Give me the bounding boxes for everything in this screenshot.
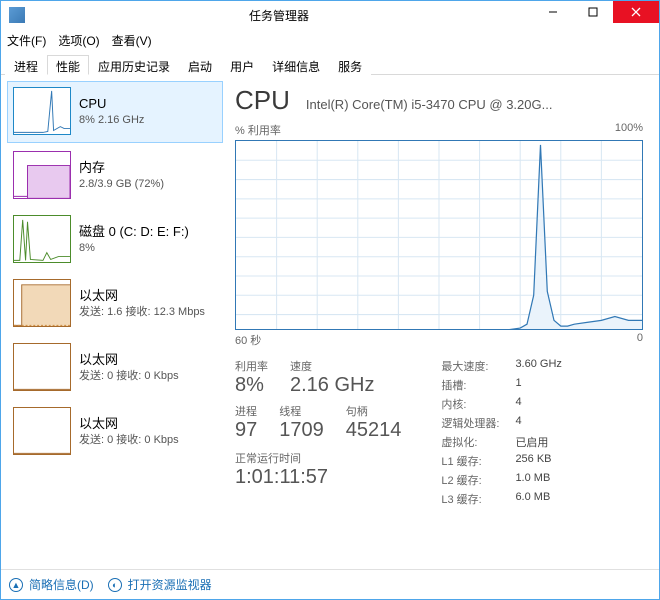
task-manager-window: 任务管理器 文件(F) 选项(O) 查看(V) 进程 性能 应用历史记录 启动 … (0, 0, 660, 600)
chart-y-label: % 利用率 (235, 122, 281, 138)
sidebar-item-ethernet-2[interactable]: 以太网 发送: 0 接收: 0 Kbps (7, 337, 223, 399)
tab-services[interactable]: 服务 (329, 55, 371, 75)
sidebar-item-disk[interactable]: 磁盘 0 (C: D: E: F:) 8% (7, 209, 223, 271)
detail-title: CPU (235, 85, 290, 116)
cores-value: 4 (515, 396, 561, 412)
sidebar-item-label: 磁盘 0 (C: D: E: F:) (79, 223, 189, 241)
titlebar[interactable]: 任务管理器 (1, 1, 659, 29)
fewer-details-link[interactable]: ▲ 简略信息(D) (9, 576, 94, 593)
virt-label: 虚拟化: (441, 434, 499, 450)
ethernet-thumbnail (13, 407, 71, 455)
detail-subtitle: Intel(R) Core(TM) i5-3470 CPU @ 3.20G... (306, 97, 553, 112)
memory-thumbnail (13, 151, 71, 199)
sidebar-item-memory[interactable]: 内存 2.8/3.9 GB (72%) (7, 145, 223, 207)
menu-options[interactable]: 选项(O) (58, 32, 99, 49)
menu-file[interactable]: 文件(F) (7, 32, 46, 49)
l1-label: L1 缓存: (441, 453, 499, 469)
logical-label: 逻辑处理器: (441, 415, 499, 431)
performance-sidebar: CPU 8% 2.16 GHz 内存 2.8/3.9 GB (72%) (1, 75, 223, 569)
sidebar-item-ethernet-3[interactable]: 以太网 发送: 0 接收: 0 Kbps (7, 401, 223, 463)
sidebar-item-label: 以太网 (79, 287, 205, 305)
sockets-value: 1 (515, 377, 561, 393)
sockets-label: 插槽: (441, 377, 499, 393)
l3-value: 6.0 MB (515, 491, 561, 507)
sidebar-item-stat: 8% (79, 241, 189, 256)
sidebar-item-stat: 8% 2.16 GHz (79, 113, 144, 128)
chart-x-right: 0 (637, 332, 643, 348)
sidebar-item-label: 以太网 (79, 415, 179, 433)
l1-value: 256 KB (515, 453, 561, 469)
tab-processes[interactable]: 进程 (5, 55, 47, 75)
speed-label: 速度 (290, 358, 374, 374)
speed-value: 2.16 GHz (290, 374, 374, 397)
menubar: 文件(F) 选项(O) 查看(V) (1, 29, 659, 51)
tab-details[interactable]: 详细信息 (263, 55, 329, 75)
uptime-value: 1:01:11:57 (235, 466, 401, 489)
maxspeed-value: 3.60 GHz (515, 358, 561, 374)
detail-pane: CPU Intel(R) Core(TM) i5-3470 CPU @ 3.20… (223, 75, 659, 569)
sidebar-item-ethernet-1[interactable]: 以太网 发送: 1.6 接收: 12.3 Mbps (7, 273, 223, 335)
minimize-button[interactable] (533, 1, 573, 23)
content: CPU 8% 2.16 GHz 内存 2.8/3.9 GB (72%) (1, 75, 659, 569)
chevron-up-icon: ▲ (9, 578, 23, 592)
tab-startup[interactable]: 启动 (179, 55, 221, 75)
sidebar-item-stat: 发送: 0 接收: 0 Kbps (79, 369, 179, 384)
ethernet-thumbnail (13, 343, 71, 391)
window-buttons (533, 1, 659, 29)
handle-value: 45214 (346, 419, 402, 442)
proc-value: 97 (235, 419, 257, 442)
handle-label: 句柄 (346, 403, 402, 419)
sidebar-item-cpu[interactable]: CPU 8% 2.16 GHz (7, 81, 223, 143)
footer: ▲ 简略信息(D) ◐ 打开资源监视器 (1, 569, 659, 599)
thread-value: 1709 (279, 419, 324, 442)
tab-users[interactable]: 用户 (221, 55, 263, 75)
tab-performance[interactable]: 性能 (47, 55, 89, 75)
chart-y-max: 100% (615, 122, 643, 138)
maximize-button[interactable] (573, 1, 613, 23)
menu-view[interactable]: 查看(V) (112, 32, 152, 49)
cpu-chart[interactable] (235, 140, 643, 330)
window-title: 任务管理器 (25, 7, 533, 24)
app-icon (9, 7, 25, 23)
uptime-label: 正常运行时间 (235, 450, 401, 466)
tab-app-history[interactable]: 应用历史记录 (89, 55, 179, 75)
sidebar-item-label: 以太网 (79, 351, 179, 369)
stats-panel: 利用率 8% 速度 2.16 GHz 进程 97 (235, 358, 643, 507)
sidebar-item-stat: 发送: 1.6 接收: 12.3 Mbps (79, 305, 205, 320)
resource-monitor-icon: ◐ (108, 578, 122, 592)
sidebar-item-label: CPU (79, 95, 144, 113)
cores-label: 内核: (441, 396, 499, 412)
l2-value: 1.0 MB (515, 472, 561, 488)
ethernet-thumbnail (13, 279, 71, 327)
sidebar-item-label: 内存 (79, 159, 164, 177)
l2-label: L2 缓存: (441, 472, 499, 488)
util-value: 8% (235, 374, 268, 397)
virt-value: 已启用 (515, 434, 561, 450)
util-label: 利用率 (235, 358, 268, 374)
thread-label: 线程 (279, 403, 324, 419)
chart-x-left: 60 秒 (235, 332, 261, 348)
tab-strip: 进程 性能 应用历史记录 启动 用户 详细信息 服务 (1, 51, 659, 75)
proc-label: 进程 (235, 403, 257, 419)
resource-monitor-link[interactable]: ◐ 打开资源监视器 (108, 576, 212, 593)
logical-value: 4 (515, 415, 561, 431)
cpu-thumbnail (13, 87, 71, 135)
l3-label: L3 缓存: (441, 491, 499, 507)
maxspeed-label: 最大速度: (441, 358, 499, 374)
sidebar-item-stat: 2.8/3.9 GB (72%) (79, 177, 164, 192)
disk-thumbnail (13, 215, 71, 263)
sidebar-item-stat: 发送: 0 接收: 0 Kbps (79, 433, 179, 448)
close-button[interactable] (613, 1, 659, 23)
